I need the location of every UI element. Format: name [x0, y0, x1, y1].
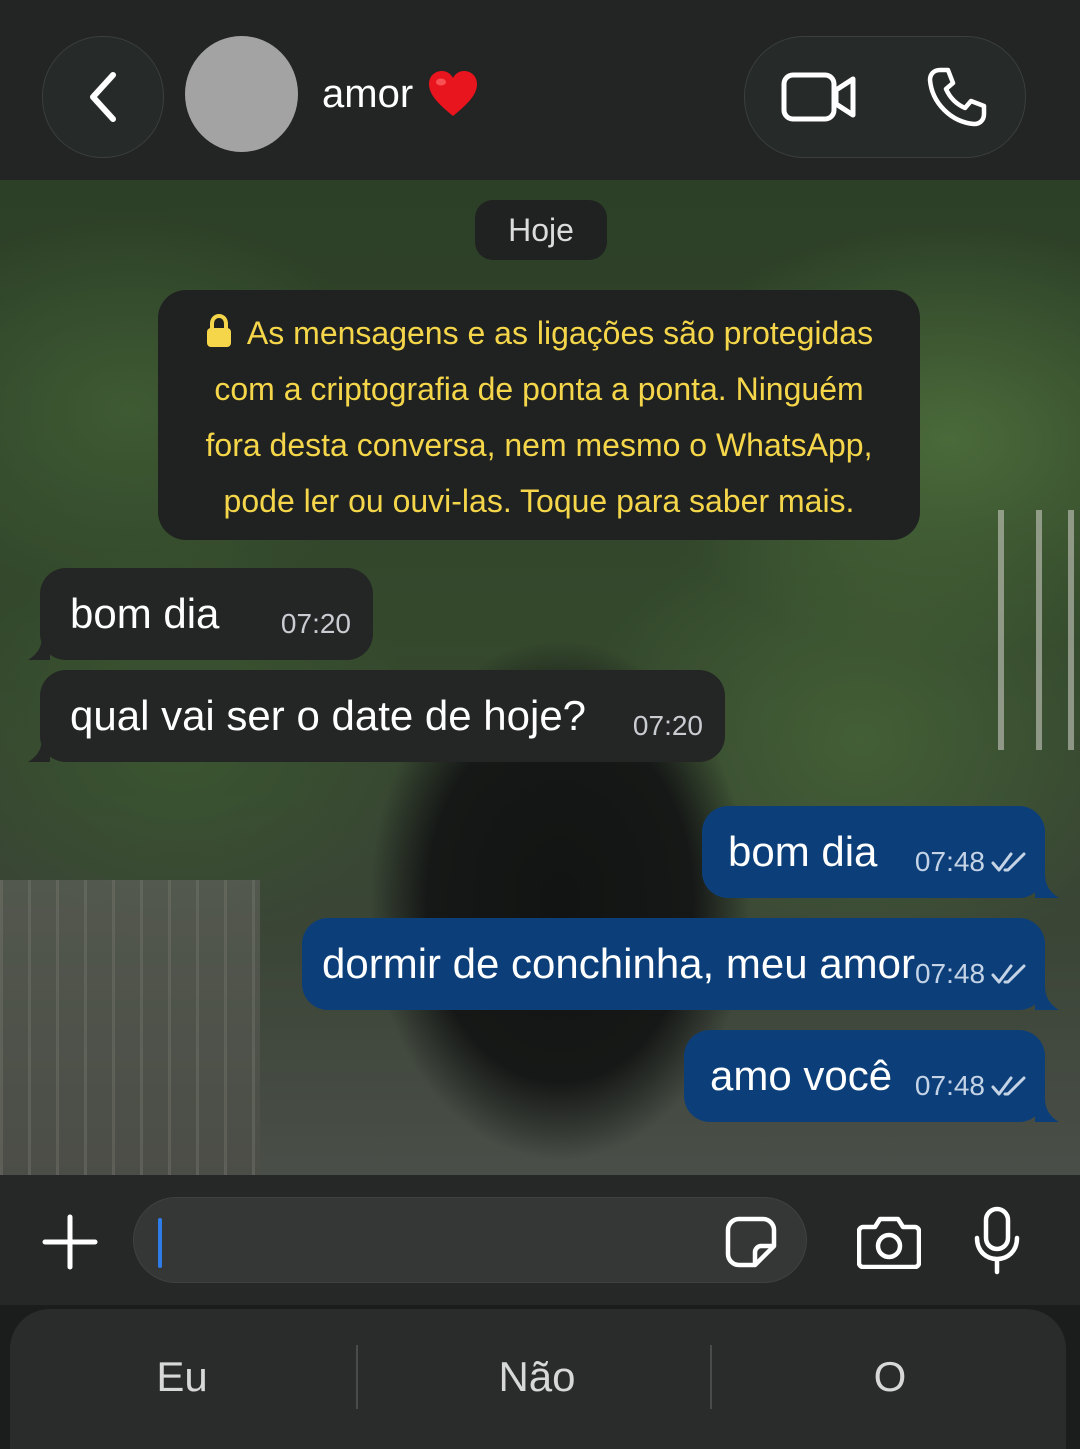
- microphone-button[interactable]: [972, 1205, 1022, 1277]
- camera-icon: [857, 1216, 921, 1269]
- wallpaper-pole: [1036, 510, 1042, 750]
- message-time: 07:48: [914, 958, 986, 989]
- wallpaper-pole: [998, 510, 1004, 750]
- plus-icon: [42, 1214, 98, 1270]
- double-check-icon: [991, 964, 1026, 984]
- video-camera-icon: [781, 72, 856, 122]
- encryption-notice[interactable]: As mensagens e as ligações são protegida…: [158, 290, 920, 540]
- heart-icon: [429, 71, 478, 116]
- bubble-tail: [28, 636, 50, 660]
- bubble-tail: [1035, 986, 1059, 1010]
- encryption-notice-line-2: com a criptografia de ponta a ponta. Nin…: [214, 371, 864, 407]
- suggestion-1[interactable]: Eu: [12, 1337, 352, 1417]
- keyboard: Eu Não O: [0, 1305, 1080, 1449]
- encryption-notice-line-3: fora desta conversa, nem mesmo o WhatsAp…: [205, 427, 873, 463]
- suggestion-3[interactable]: O: [720, 1337, 1060, 1417]
- bubble-tail: [1035, 1098, 1059, 1122]
- contact-name-text: amor: [322, 71, 414, 116]
- chat-header: amor: [0, 0, 1080, 180]
- wallpaper-fence: [0, 880, 260, 1175]
- message-bubble-outgoing[interactable]: dormir de conchinha, meu amor 07:48: [302, 918, 1059, 1010]
- message-bubble-outgoing[interactable]: amo você 07:48: [684, 1030, 1059, 1122]
- message-meta: 07:48: [915, 1070, 1027, 1102]
- chevron-left-icon: [90, 72, 116, 122]
- message-bubble-incoming[interactable]: qual vai ser o date de hoje? 07:20: [28, 670, 725, 762]
- bubble-tail: [28, 738, 50, 762]
- wallpaper-pole: [1068, 510, 1074, 750]
- message-meta: 07:48: [915, 958, 1027, 990]
- back-button[interactable]: [42, 36, 164, 158]
- message-bubble-incoming[interactable]: bom dia 07:20: [28, 568, 373, 660]
- microphone-icon: [974, 1206, 1020, 1275]
- video-call-button[interactable]: [781, 67, 857, 127]
- keyboard-suggestion-bar: Eu Não O: [10, 1309, 1066, 1449]
- message-text: bom dia: [728, 828, 878, 875]
- date-chip: Hoje: [475, 200, 607, 260]
- phone-icon: [927, 67, 987, 127]
- compose-bar: [0, 1175, 1080, 1305]
- double-check-icon: [991, 1076, 1026, 1096]
- message-time: 07:20: [280, 608, 351, 639]
- message-time: 07:20: [632, 710, 703, 741]
- message-input[interactable]: [133, 1197, 807, 1283]
- suggestion-divider: [356, 1345, 358, 1409]
- contact-name[interactable]: amor: [322, 66, 479, 122]
- double-check-icon: [991, 852, 1026, 872]
- message-text: qual vai ser o date de hoje?: [70, 692, 587, 739]
- sticker-icon: [725, 1216, 777, 1268]
- chat-area[interactable]: Hoje As mensagens e as ligações são prot…: [0, 180, 1080, 1175]
- message-meta: 07:48: [915, 846, 1027, 878]
- suggestion-divider: [710, 1345, 712, 1409]
- lock-icon: [206, 314, 231, 347]
- sticker-button[interactable]: [724, 1215, 778, 1269]
- encryption-notice-line-4: pode ler ou ouvi-las. Toque para saber m…: [223, 483, 855, 519]
- contact-avatar[interactable]: [185, 36, 298, 152]
- attach-button[interactable]: [40, 1212, 100, 1272]
- message-text: bom dia: [70, 590, 220, 637]
- camera-button[interactable]: [856, 1213, 922, 1271]
- encryption-notice-line-1: As mensagens e as ligações são protegida…: [158, 305, 920, 361]
- voice-call-button[interactable]: [925, 65, 989, 129]
- suggestion-2[interactable]: Não: [367, 1337, 707, 1417]
- call-actions: [744, 36, 1026, 158]
- message-text: amo você: [710, 1052, 893, 1099]
- message-text: dormir de conchinha, meu amor: [322, 940, 915, 987]
- bubble-tail: [1035, 874, 1059, 898]
- text-caret: [158, 1218, 162, 1268]
- message-time: 07:48: [914, 846, 985, 877]
- message-bubble-outgoing[interactable]: bom dia 07:48: [702, 806, 1059, 898]
- message-time: 07:48: [914, 1070, 985, 1101]
